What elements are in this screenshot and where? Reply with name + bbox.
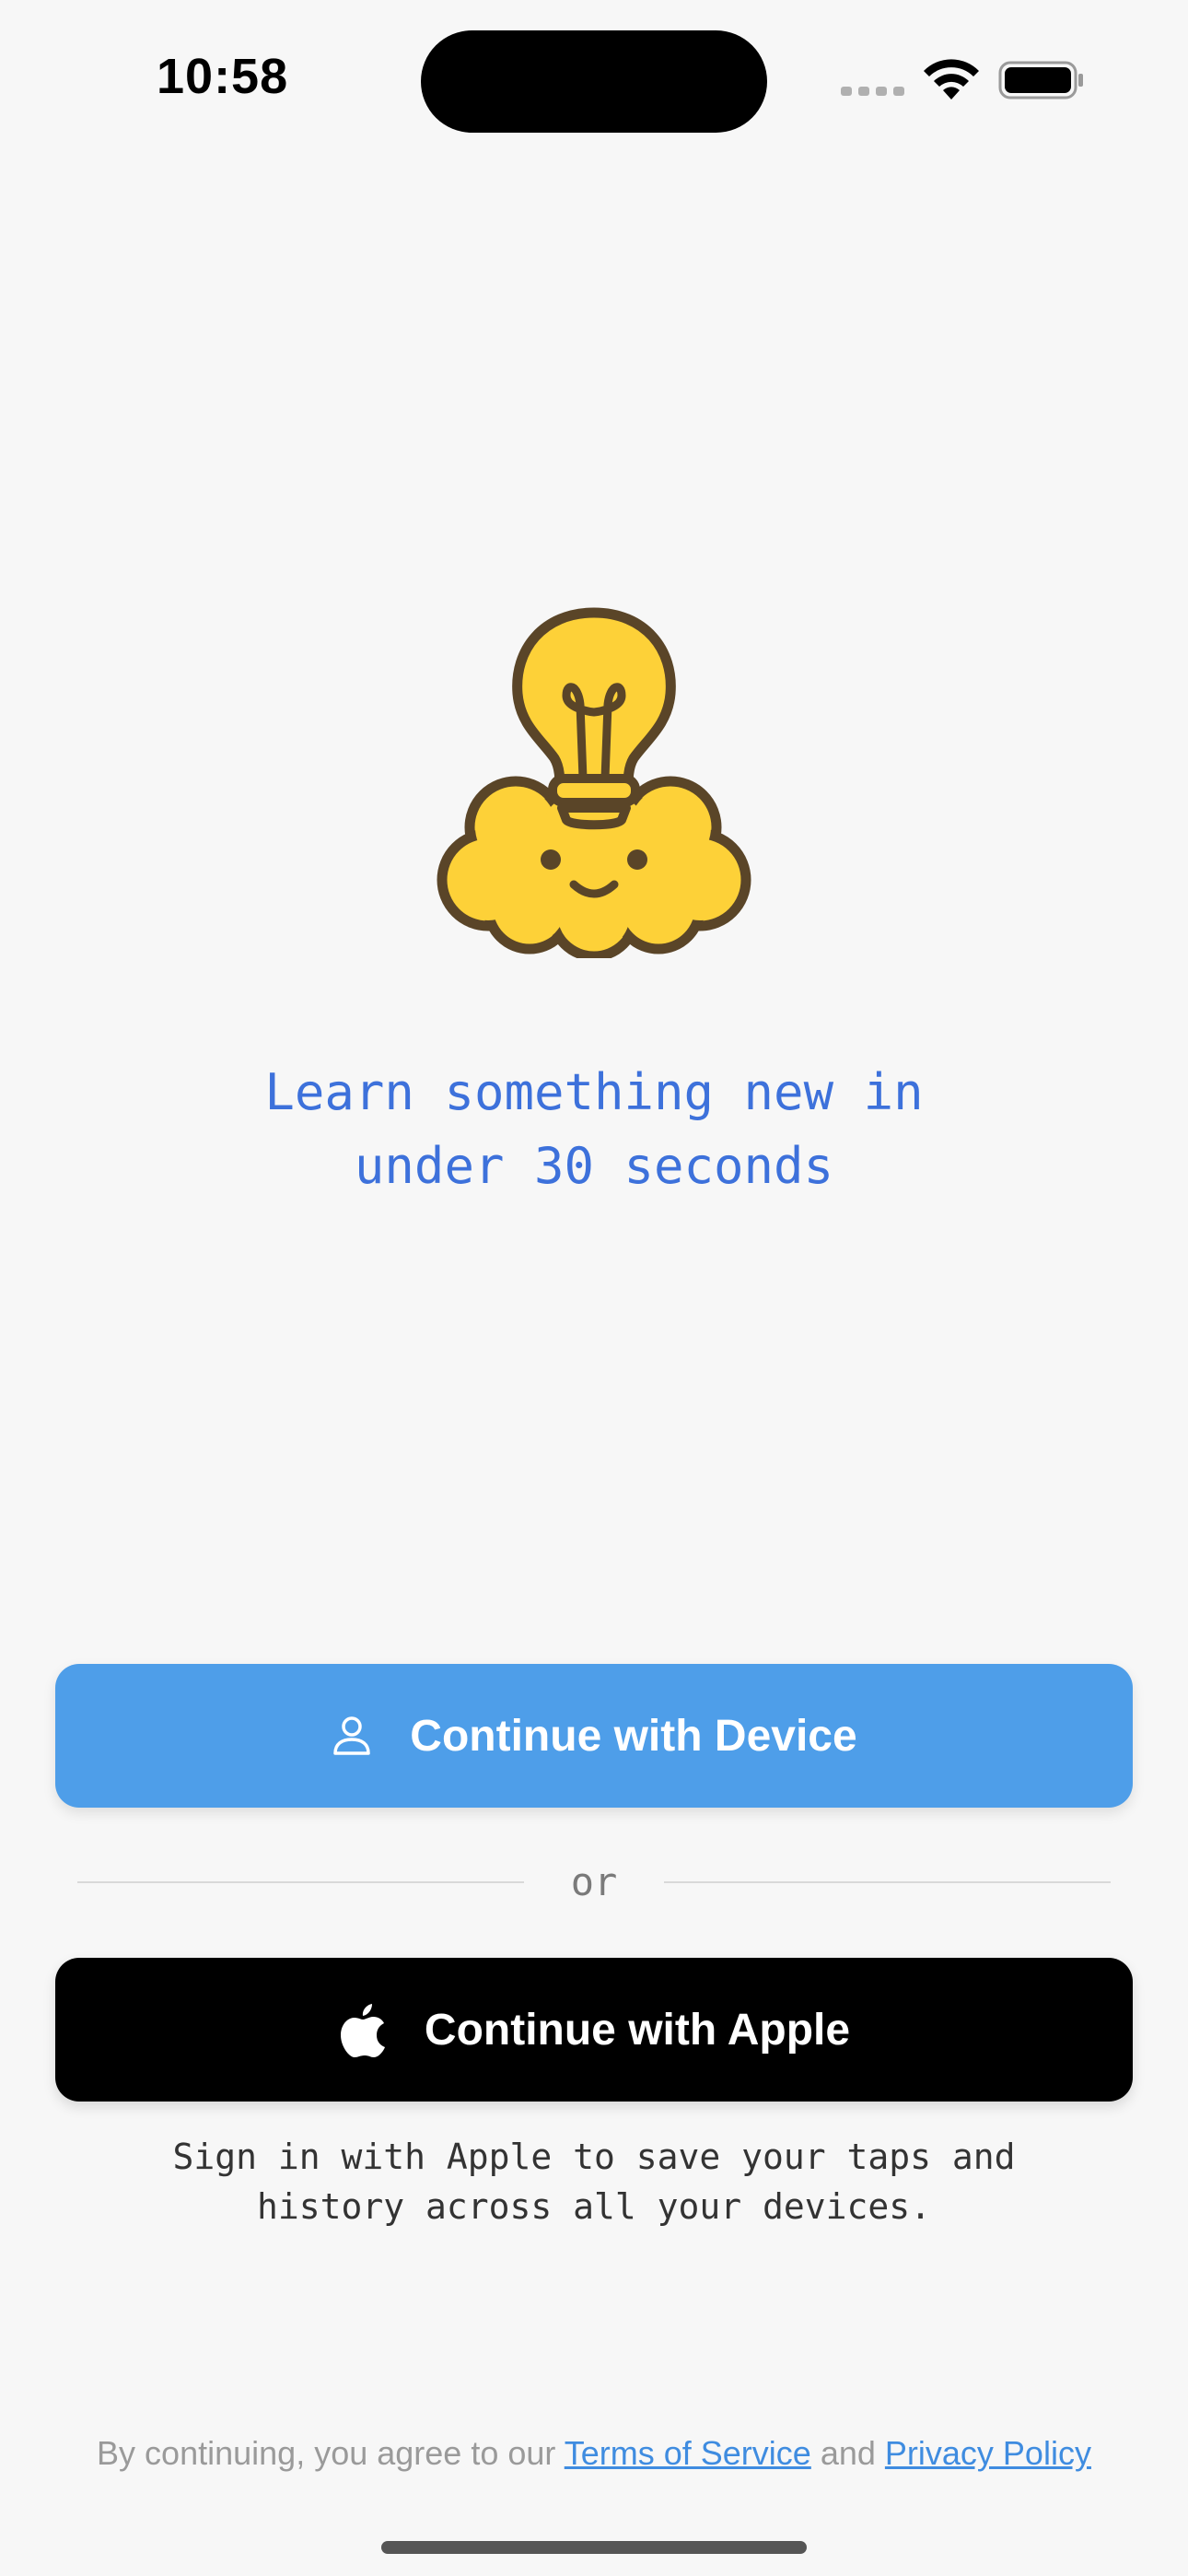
home-indicator[interactable] [381,2541,807,2554]
continue-with-device-button[interactable]: Continue with Device [55,1664,1133,1808]
wifi-icon [924,59,979,100]
divider-right [664,1881,1111,1883]
tagline-line-2: under 30 seconds [354,1137,834,1195]
terms-of-service-link[interactable]: Terms of Service [565,2434,811,2472]
cellular-signal-icon [841,87,904,96]
divider-or-text: or [570,1859,618,1904]
dynamic-island [421,30,767,133]
hint-line-2: history across all your devices. [256,2186,932,2227]
hint-line-1: Sign in with Apple to save your taps and [172,2137,1016,2177]
legal-prefix: By continuing, you agree to our [97,2434,565,2472]
tagline-line-1: Learn something new in [264,1063,924,1121]
continue-with-apple-label: Continue with Apple [424,2005,851,2055]
continue-with-apple-button[interactable]: Continue with Apple [55,1958,1133,2102]
apple-logo-icon [338,2000,388,2059]
tagline: Learn something new in under 30 seconds [147,1056,1041,1203]
status-time: 10:58 [157,49,289,104]
privacy-policy-link[interactable]: Privacy Policy [885,2434,1091,2472]
person-icon [331,1715,373,1757]
lightbulb-cloud-mascot-icon [437,607,751,958]
apple-sign-in-hint: Sign in with Apple to save your taps and… [111,2132,1077,2231]
continue-with-device-label: Continue with Device [410,1711,857,1761]
legal-notice: By continuing, you agree to our Terms of… [37,2434,1151,2473]
battery-icon [998,61,1083,100]
legal-middle: and [810,2434,885,2472]
divider-left [77,1881,524,1883]
